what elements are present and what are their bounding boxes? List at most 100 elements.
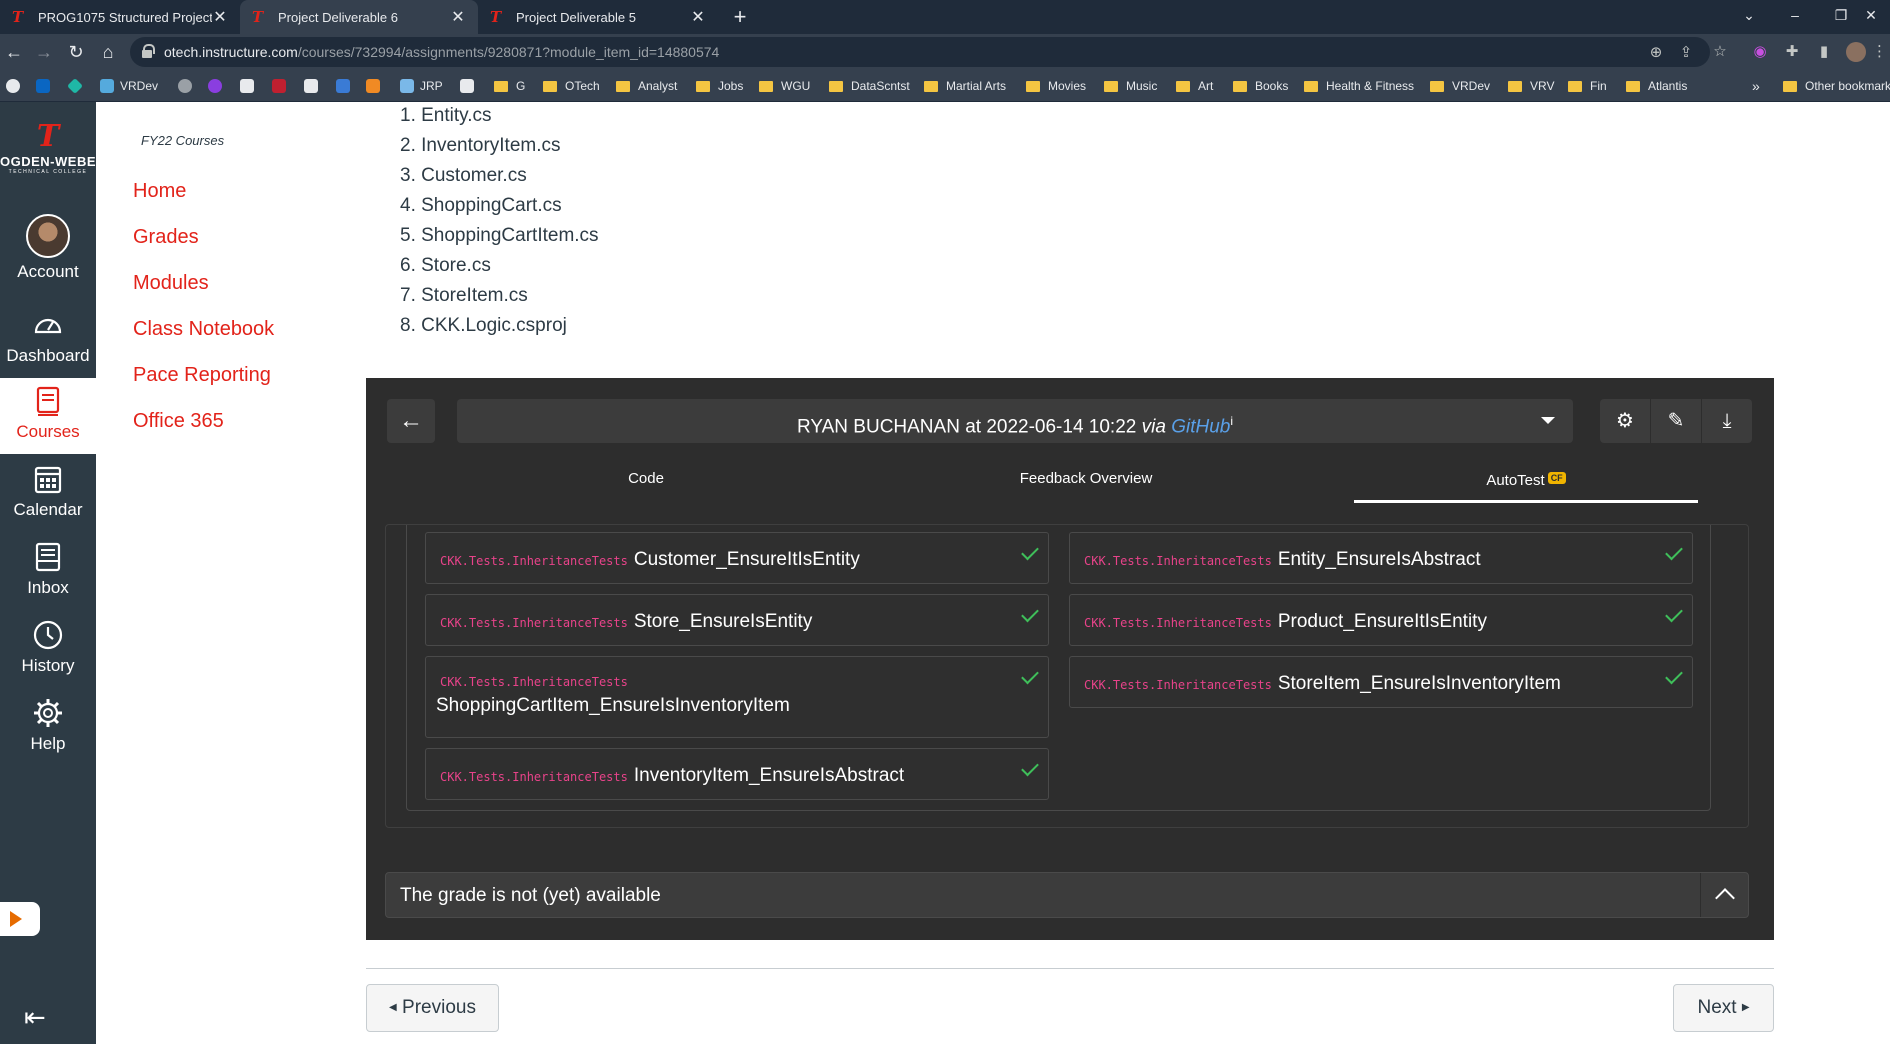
- bookmark-otech[interactable]: OTech: [543, 78, 600, 94]
- submission-selector[interactable]: RYAN BUCHANAN at 2022-06-14 10:22 via Gi…: [457, 399, 1573, 443]
- nav-inbox[interactable]: Inbox: [0, 534, 96, 608]
- bookmark-g[interactable]: G: [494, 78, 525, 94]
- course-nav-grades[interactable]: Grades: [133, 226, 199, 249]
- new-tab-plus-icon[interactable]: +: [728, 4, 752, 30]
- linkedin-icon[interactable]: [36, 78, 56, 94]
- course-nav-modules[interactable]: Modules: [133, 272, 209, 295]
- close-window-icon[interactable]: ✕: [1852, 0, 1890, 30]
- download-icon[interactable]: ⤓: [1702, 399, 1752, 443]
- tab-close-icon[interactable]: ✕: [212, 7, 228, 27]
- chevron-down-icon: [1541, 417, 1555, 424]
- bookmark-analyst[interactable]: Analyst: [616, 78, 677, 94]
- bookmark-site-icon[interactable]: [336, 78, 356, 94]
- test-namespace: CKK.Tests.InheritanceTests: [440, 675, 628, 689]
- test-result[interactable]: CKK.Tests.InheritanceTests Product_Ensure…: [1069, 594, 1693, 646]
- test-result[interactable]: CKK.Tests.InheritanceTests InventoryItem_…: [425, 748, 1049, 800]
- nav-courses[interactable]: Courses: [0, 378, 96, 454]
- bookmark-art[interactable]: Art: [1176, 78, 1213, 94]
- info-icon[interactable]: i: [1230, 414, 1233, 428]
- bookmark-label: Analyst: [638, 79, 678, 93]
- nav-help[interactable]: Help: [0, 690, 96, 764]
- forward-arrow-icon[interactable]: →: [32, 40, 56, 64]
- extension-icon[interactable]: ◉: [1750, 42, 1770, 62]
- media-play-tab[interactable]: [0, 902, 40, 936]
- bookmark-atlantis[interactable]: Atlantis: [1626, 78, 1687, 94]
- bookmark-vrdev[interactable]: VRDev: [100, 78, 158, 94]
- minimize-icon[interactable]: –: [1772, 0, 1818, 30]
- test-result[interactable]: CKK.Tests.InheritanceTests Customer_Ensur…: [425, 532, 1049, 584]
- back-arrow-icon[interactable]: ←: [2, 40, 26, 64]
- bookmarks-overflow-chevron-icon[interactable]: »: [1752, 78, 1760, 94]
- profile-avatar[interactable]: [1846, 42, 1866, 62]
- submission-source-link[interactable]: GitHub: [1171, 416, 1230, 437]
- other-bookmarks[interactable]: Other bookmarks: [1783, 78, 1890, 94]
- bookmark-site-icon[interactable]: [240, 78, 260, 94]
- previous-label: Previous: [402, 997, 476, 1019]
- settings-gear-icon[interactable]: ⚙: [1600, 399, 1650, 443]
- college-logo[interactable]: T OGDEN-WEBER TECHNICAL COLLEGE: [0, 122, 106, 192]
- browser-tab[interactable]: T Project Deliverable 5 ✕: [478, 0, 718, 34]
- nav-dashboard[interactable]: Dashboard: [0, 302, 96, 376]
- bookmark-vrv[interactable]: VRV: [1508, 78, 1554, 94]
- bookmark-site-icon[interactable]: [366, 78, 386, 94]
- github-icon[interactable]: [6, 78, 26, 94]
- bookmark-vrdev-folder[interactable]: VRDev: [1430, 78, 1490, 94]
- course-nav-class-notebook[interactable]: Class Notebook: [133, 318, 274, 341]
- tab-title: Project Deliverable 6: [278, 9, 398, 25]
- share-icon[interactable]: ⇪: [1676, 43, 1696, 63]
- tab-autotest[interactable]: AutoTest CF: [1426, 472, 1626, 496]
- edit-pencil-icon[interactable]: ✎: [1651, 399, 1701, 443]
- zoom-icon[interactable]: ⊕: [1646, 43, 1666, 63]
- bookmark-jobs[interactable]: Jobs: [696, 78, 743, 94]
- bookmark-site-icon[interactable]: [460, 78, 480, 94]
- bookmark-site-icon[interactable]: [178, 78, 198, 94]
- tab-close-icon[interactable]: ✕: [690, 7, 706, 27]
- bookmark-datascntst[interactable]: DataScntst: [829, 78, 910, 94]
- tab-label: AutoTest: [1486, 472, 1545, 489]
- test-result[interactable]: CKK.Tests.InheritanceTests ShoppingCartI…: [425, 656, 1049, 738]
- test-result[interactable]: CKK.Tests.InheritanceTests Entity_EnsureI…: [1069, 532, 1693, 584]
- logo-name: OGDEN-WEBER: [0, 154, 106, 169]
- test-result[interactable]: CKK.Tests.InheritanceTests StoreItem_Ensu…: [1069, 656, 1693, 708]
- bookmark-jrp[interactable]: JRP: [400, 78, 443, 94]
- list-item: CKK.Logic.csproj: [400, 315, 599, 345]
- course-nav-office-365[interactable]: Office 365: [133, 410, 224, 433]
- chevron-up-icon[interactable]: [1700, 873, 1748, 917]
- tab-feedback-overview[interactable]: Feedback Overview: [966, 470, 1206, 494]
- back-button[interactable]: ←: [387, 399, 435, 443]
- bookmark-wgu[interactable]: WGU: [759, 78, 810, 94]
- home-icon[interactable]: ⌂: [96, 40, 120, 64]
- extensions-puzzle-icon[interactable]: ✚: [1782, 42, 1802, 62]
- nav-account[interactable]: Account: [0, 214, 96, 294]
- browser-tab[interactable]: T PROG1075 Structured Project II ( ✕: [0, 0, 240, 34]
- tab-label: Feedback Overview: [1019, 470, 1153, 487]
- browser-tab-active[interactable]: T Project Deliverable 6 ✕: [240, 0, 478, 34]
- reload-icon[interactable]: ↻: [64, 40, 88, 64]
- side-panel-icon[interactable]: ▮: [1814, 42, 1834, 62]
- browser-menu-icon[interactable]: ⋮: [1872, 42, 1887, 62]
- tab-close-icon[interactable]: ✕: [450, 7, 466, 27]
- bookmark-label: G: [516, 79, 526, 93]
- diamond-icon[interactable]: [67, 78, 88, 94]
- bookmark-health-fitness[interactable]: Health & Fitness: [1304, 78, 1414, 94]
- bookmark-fin[interactable]: Fin: [1568, 78, 1607, 94]
- bookmark-books[interactable]: Books: [1233, 78, 1288, 94]
- bookmark-site-icon[interactable]: [208, 78, 228, 94]
- nav-calendar[interactable]: Calendar: [0, 456, 96, 530]
- address-bar[interactable]: otech.instructure.com/courses/732994/ass…: [130, 37, 1710, 67]
- test-result[interactable]: CKK.Tests.InheritanceTests Store_EnsureIs…: [425, 594, 1049, 646]
- next-button[interactable]: Next ▶: [1673, 984, 1774, 1032]
- tab-search-chevron-icon[interactable]: ⌄: [1726, 0, 1772, 30]
- bookmark-movies[interactable]: Movies: [1026, 78, 1086, 94]
- previous-button[interactable]: ◀ Previous: [366, 984, 499, 1032]
- bookmark-site-icon[interactable]: [272, 78, 292, 94]
- bookmark-star-icon[interactable]: ☆: [1710, 42, 1730, 62]
- bookmark-music[interactable]: Music: [1104, 78, 1157, 94]
- course-nav-pace-reporting[interactable]: Pace Reporting: [133, 364, 271, 387]
- nav-history[interactable]: History: [0, 612, 96, 686]
- course-nav-home[interactable]: Home: [133, 180, 186, 203]
- collapse-nav-icon[interactable]: ⇤: [24, 1002, 64, 1032]
- bookmark-martial-arts[interactable]: Martial Arts: [924, 78, 1006, 94]
- tab-code[interactable]: Code: [566, 470, 726, 494]
- bookmark-site-icon[interactable]: [304, 78, 324, 94]
